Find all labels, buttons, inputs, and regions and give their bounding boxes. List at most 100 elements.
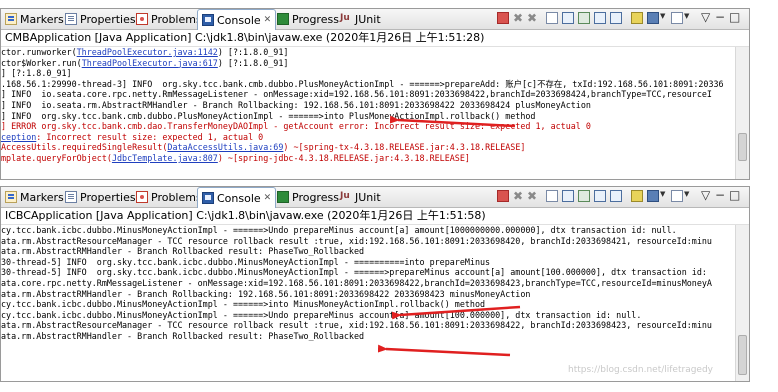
console-line: ata.rm.AbstractRMHandler - Branch Rollba… xyxy=(1,289,735,300)
chevron-down-icon[interactable]: ▼ xyxy=(660,190,668,202)
console-text: ) [?:1.8.0_91] xyxy=(217,57,289,68)
tab-console[interactable]: Console ✕ xyxy=(197,9,277,30)
console-line: cy.tcc.bank.icbc.dubbo.MinusMoneyActionI… xyxy=(1,299,735,310)
remove-launch-button[interactable]: ✖ xyxy=(512,12,524,24)
scrollbar-thumb[interactable] xyxy=(738,133,747,161)
show-on-stderr-button[interactable] xyxy=(610,190,622,202)
console-line: ] INFO io.seata.core.rpc.netty.RmMessage… xyxy=(1,89,735,100)
console-text: ctor$Worker.run( xyxy=(1,57,82,68)
console-text: ata.rm.AbstractResourceManager - TCC res… xyxy=(1,320,712,331)
open-console-button[interactable] xyxy=(671,190,683,202)
view-menu-icon[interactable]: ▽ xyxy=(701,11,710,23)
scrollbar-thumb[interactable] xyxy=(738,335,747,375)
tab-console[interactable]: Console ✕ xyxy=(197,187,277,208)
tab-properties[interactable]: Properties xyxy=(61,188,136,206)
tab-progress[interactable]: Progress xyxy=(273,10,339,28)
console-text: cy.tcc.bank.icbc.dubbo.MinusMoneyActionI… xyxy=(1,225,677,235)
console-line: 30-thread-5] INFO org.sky.tcc.bank.icbc.… xyxy=(1,257,735,268)
console-line: ctor$Worker.run(ThreadPoolExecutor.java:… xyxy=(1,58,735,69)
tab-problems[interactable]: Problems xyxy=(132,10,202,28)
properties-icon xyxy=(65,191,77,203)
progress-icon xyxy=(277,13,289,25)
open-console-button[interactable] xyxy=(671,12,683,24)
console-output[interactable]: ctor.runworker(ThreadPoolExecutor.java:1… xyxy=(1,47,735,178)
console-line: ] INFO org.sky.tcc.bank.cmb.dubbo.PlusMo… xyxy=(1,111,735,122)
console-line: ] [?:1.8.0_91] xyxy=(1,68,735,79)
maximize-icon[interactable]: □ xyxy=(729,11,740,23)
terminate-button[interactable] xyxy=(497,190,509,202)
console-text: ] INFO io.seata.core.rpc.netty.RmMessage… xyxy=(1,89,712,100)
view-menu-icon[interactable]: ▽ xyxy=(701,189,710,201)
vertical-scrollbar[interactable] xyxy=(735,47,749,179)
console-line: ception: Incorrect result size: expected… xyxy=(1,132,735,143)
show-on-stdout-button[interactable] xyxy=(594,12,606,24)
view-tab-bar: Markers Properties Problems Console ✕ Pro… xyxy=(1,187,749,208)
problems-icon xyxy=(136,13,148,25)
console-text: .168.56.1:29990-thread-3] INFO org.sky.t… xyxy=(1,78,724,89)
console-text: ata.core.rpc.netty.RmMessageListener - o… xyxy=(1,277,712,288)
console-text: ata.rm.AbstractRMHandler - Branch Rollba… xyxy=(1,330,365,341)
watermark: https://blog.csdn.net/lifetragedy xyxy=(567,365,713,375)
word-wrap-button[interactable] xyxy=(578,12,590,24)
junit-icon: Ju xyxy=(340,191,350,201)
console-line: cy.tcc.bank.icbc.dubbo.MinusMoneyActionI… xyxy=(1,225,735,236)
scroll-lock-button[interactable] xyxy=(562,190,574,202)
remove-all-terminated-button[interactable]: ✖ xyxy=(526,190,538,202)
console-icon xyxy=(202,192,214,204)
tab-markers[interactable]: Markers xyxy=(1,188,64,206)
console-text: mplate.queryForObject( xyxy=(1,152,112,163)
scroll-lock-button[interactable] xyxy=(562,12,574,24)
chevron-down-icon[interactable]: ▼ xyxy=(684,12,692,24)
stacktrace-link[interactable]: JdbcTemplate.java:807 xyxy=(112,153,218,163)
clear-console-button[interactable] xyxy=(546,12,558,24)
console-line: AccessUtils.requiredSingleResult(DataAcc… xyxy=(1,142,735,153)
console-line: ata.rm.AbstractResourceManager - TCC res… xyxy=(1,320,735,331)
console-text: ata.rm.AbstractResourceManager - TCC res… xyxy=(1,235,712,246)
console-line: mplate.queryForObject(JdbcTemplate.java:… xyxy=(1,153,735,164)
console-output[interactable]: cy.tcc.bank.icbc.dubbo.MinusMoneyActionI… xyxy=(1,225,735,380)
pin-console-button[interactable] xyxy=(631,12,643,24)
chevron-down-icon[interactable]: ▼ xyxy=(660,12,668,24)
display-console-button[interactable] xyxy=(647,190,659,202)
vertical-scrollbar[interactable] xyxy=(735,225,749,381)
remove-all-terminated-button[interactable]: ✖ xyxy=(526,12,538,24)
console-text: ata.rm.AbstractRMHandler - Branch Rollba… xyxy=(1,288,531,299)
tab-progress[interactable]: Progress xyxy=(273,188,339,206)
show-on-stderr-button[interactable] xyxy=(610,12,622,24)
clear-console-button[interactable] xyxy=(546,190,558,202)
remove-launch-button[interactable]: ✖ xyxy=(512,190,524,202)
maximize-icon[interactable]: □ xyxy=(729,189,740,201)
console-line: ata.core.rpc.netty.RmMessageListener - o… xyxy=(1,278,735,289)
console-line: ctor.runworker(ThreadPoolExecutor.java:1… xyxy=(1,47,735,58)
console-line: ] ERROR org.sky.tcc.bank.cmb.dao.Transfe… xyxy=(1,121,735,132)
minimize-icon[interactable]: − xyxy=(715,189,725,201)
show-on-stdout-button[interactable] xyxy=(594,190,606,202)
launch-title: CMBApplication [Java Application] C:\jdk… xyxy=(1,30,749,47)
tab-junit[interactable]: Ju JUnit xyxy=(336,188,381,206)
tab-properties[interactable]: Properties xyxy=(61,10,136,28)
console-text: ctor.runworker( xyxy=(1,47,77,57)
close-icon[interactable]: ✕ xyxy=(264,15,272,25)
tab-problems[interactable]: Problems xyxy=(132,188,202,206)
minimize-icon[interactable]: − xyxy=(715,11,725,23)
junit-icon: Ju xyxy=(340,13,350,23)
word-wrap-button[interactable] xyxy=(578,190,590,202)
stacktrace-link[interactable]: DataAccessUtils.java:69 xyxy=(167,142,283,152)
display-console-button[interactable] xyxy=(647,12,659,24)
markers-icon xyxy=(5,13,17,25)
tab-markers[interactable]: Markers xyxy=(1,10,64,28)
stacktrace-link[interactable]: ThreadPoolExecutor.java:617 xyxy=(82,58,218,68)
stacktrace-link[interactable]: ception xyxy=(1,132,36,142)
console-text: ) [?:1.8.0_91] xyxy=(217,47,289,57)
console-text: ] INFO org.sky.tcc.bank.cmb.dubbo.PlusMo… xyxy=(1,110,536,121)
pin-console-button[interactable] xyxy=(631,190,643,202)
stacktrace-link[interactable]: ThreadPoolExecutor.java:1142 xyxy=(77,47,218,57)
close-icon[interactable]: ✕ xyxy=(264,193,272,203)
console-view-cmb: Markers Properties Problems Console ✕ Pro… xyxy=(0,8,750,180)
terminate-button[interactable] xyxy=(497,12,509,24)
chevron-down-icon[interactable]: ▼ xyxy=(684,190,692,202)
tab-junit[interactable]: Ju JUnit xyxy=(336,10,381,28)
launch-title: ICBCApplication [Java Application] C:\jd… xyxy=(1,208,749,225)
